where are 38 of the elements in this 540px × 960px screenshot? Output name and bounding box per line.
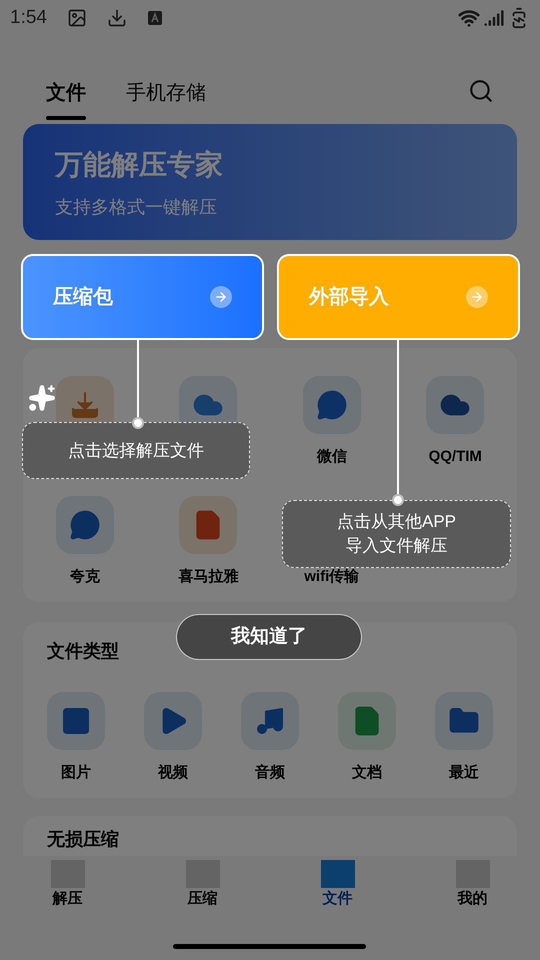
- folder-icon[interactable]: [435, 692, 493, 750]
- shortcut-label[interactable]: QQ/TIM: [428, 448, 482, 466]
- banner[interactable]: 万能解压专家 支持多格式一键解压: [23, 124, 517, 240]
- file-type-label[interactable]: 视频: [158, 764, 188, 782]
- section-title: 无损压缩: [47, 829, 119, 849]
- cloud-icon[interactable]: [426, 376, 484, 434]
- tab[interactable]: 文件: [46, 78, 86, 120]
- wifi-icon: [458, 7, 480, 29]
- text-box-icon: [146, 10, 163, 26]
- search-icon[interactable]: [468, 78, 494, 104]
- music-icon[interactable]: [241, 692, 299, 750]
- chat-bubble-icon[interactable]: [56, 496, 114, 554]
- status-time: 1:54: [10, 6, 47, 30]
- document-icon[interactable]: [338, 692, 396, 750]
- tip-text: 点击选择解压文件: [68, 440, 204, 462]
- got-it-button[interactable]: 我知道了: [176, 614, 362, 660]
- file-type-label[interactable]: 最近: [449, 764, 479, 782]
- tip-text: 点击从其他APP 导入文件解压: [336, 511, 456, 557]
- sparkle-icon: [28, 384, 56, 412]
- shortcut-label[interactable]: wifi传输: [304, 568, 360, 586]
- guide-card[interactable]: 压缩包: [21, 254, 264, 340]
- download-icon: [106, 8, 127, 28]
- tab[interactable]: 手机存储: [126, 78, 206, 120]
- signal-icon: [484, 8, 504, 28]
- shortcut-label[interactable]: 夸克: [70, 568, 100, 586]
- image-icon: [66, 8, 87, 28]
- shortcut-label[interactable]: 微信: [316, 448, 347, 466]
- play-icon[interactable]: [144, 692, 202, 750]
- image-icon[interactable]: [47, 692, 105, 750]
- document-icon[interactable]: [179, 496, 238, 554]
- banner-title: 万能解压专家: [55, 148, 223, 182]
- shortcut-label[interactable]: 喜马拉雅: [178, 568, 238, 586]
- banner-subtitle: 支持多格式一键解压: [55, 196, 218, 218]
- file-type-label[interactable]: 音频: [255, 764, 285, 782]
- chat-bubble-icon[interactable]: [302, 376, 361, 434]
- file-type-label[interactable]: 文档: [352, 764, 382, 782]
- section-title: 文件类型: [47, 640, 119, 662]
- file-type-label[interactable]: 图片: [61, 764, 91, 782]
